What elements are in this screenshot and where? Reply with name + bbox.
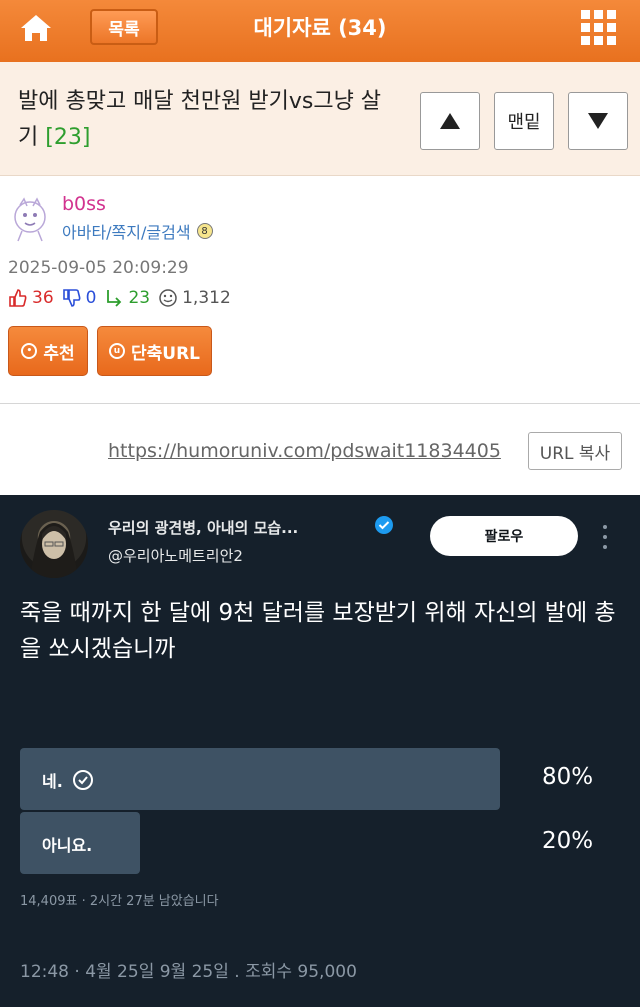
views-stat: 1,312 (158, 288, 231, 308)
comment-count[interactable]: [23] (45, 125, 90, 150)
recommend-button[interactable]: • 추천 (8, 326, 88, 376)
upvote-count: 36 (32, 288, 54, 308)
tweet-text: 죽을 때까지 한 달에 9천 달러를 보장받기 위해 자신의 발에 총을 쏘시겠… (20, 600, 616, 662)
upvote-stat: 36 (8, 288, 54, 308)
author-name[interactable]: b0ss (62, 193, 106, 215)
grid-menu-icon[interactable] (579, 8, 619, 48)
post-stats: 36 0 23 1,312 (8, 288, 231, 308)
tweet-avatar (20, 510, 88, 578)
view-count: 1,312 (182, 288, 231, 308)
go-bottom-button[interactable]: 맨밑 (494, 92, 554, 150)
next-post-button[interactable] (568, 92, 628, 150)
poll-percent: 20% (542, 828, 594, 854)
downvote-count: 0 (85, 288, 97, 308)
author-links-text[interactable]: 아바타/쪽지/글검색 (62, 219, 191, 243)
tweet-display-name: 우리의 광견병, 아내의 모습... (108, 519, 299, 537)
recommend-label: 추천 (43, 343, 75, 364)
triangle-down-icon (588, 113, 608, 129)
tweet-screenshot: 우리의 광견병, 아내의 모습... @우리아노메트리안2 팔로우 죽을 때까지… (0, 495, 640, 1007)
more-options-icon (598, 525, 612, 549)
thumbs-up-icon (9, 289, 27, 307)
level-badge-icon: 8 (196, 223, 213, 239)
poll-option-text: 아니요. (42, 836, 93, 855)
post-url-link[interactable]: https://humoruniv.com/pdswait11834405 (108, 440, 501, 462)
check-circle-icon (72, 770, 93, 790)
post-title-row: 발에 총맞고 매달 천만원 받기vs그냥 살기 [23] 맨밑 (0, 62, 640, 176)
reply-count: 23 (128, 288, 151, 308)
follow-button: 팔로우 (430, 516, 578, 556)
author-links: 아바타/쪽지/글검색 8 (62, 219, 213, 243)
page-title: 대기자료 (34) (253, 16, 387, 40)
tweet-footer: 12:48 · 4월 25일 9월 25일 . 조회수 95,000 (20, 962, 357, 982)
author-avatar[interactable] (8, 195, 56, 243)
top-bar: 목록 대기자료 (34) (0, 0, 640, 62)
poll-percent: 80% (542, 764, 594, 790)
post-title: 발에 총맞고 매달 천만원 받기vs그냥 살기 [23] (18, 84, 398, 156)
poll-option-text: 네. (42, 772, 63, 791)
post-date: 2025-09-05 20:09:29 (8, 258, 189, 278)
tweet-handle: @우리아노메트리안2 (108, 547, 243, 565)
prev-post-button[interactable] (420, 92, 480, 150)
triangle-up-icon (440, 113, 460, 129)
poll-meta: 14,409표 · 2시간 27분 남았습니다 (20, 894, 219, 909)
verified-badge-icon (374, 515, 394, 535)
target-icon: • (21, 343, 38, 359)
poll-option-label: 아니요. (42, 832, 92, 856)
short-url-button[interactable]: u 단축URL (97, 326, 212, 376)
home-icon[interactable] (18, 10, 54, 46)
url-copy-button[interactable]: URL 복사 (528, 432, 622, 470)
thumbs-down-icon (62, 289, 81, 307)
list-button[interactable]: 목록 (90, 9, 158, 45)
u-circle-icon: u (108, 343, 125, 359)
poll-option-label: 네. (42, 768, 93, 792)
downvote-stat: 0 (62, 288, 97, 308)
reply-arrow-icon (107, 290, 122, 307)
reply-stat: 23 (104, 288, 150, 308)
divider (0, 403, 640, 404)
short-url-label: 단축URL (130, 343, 200, 364)
smiley-icon (159, 289, 177, 307)
